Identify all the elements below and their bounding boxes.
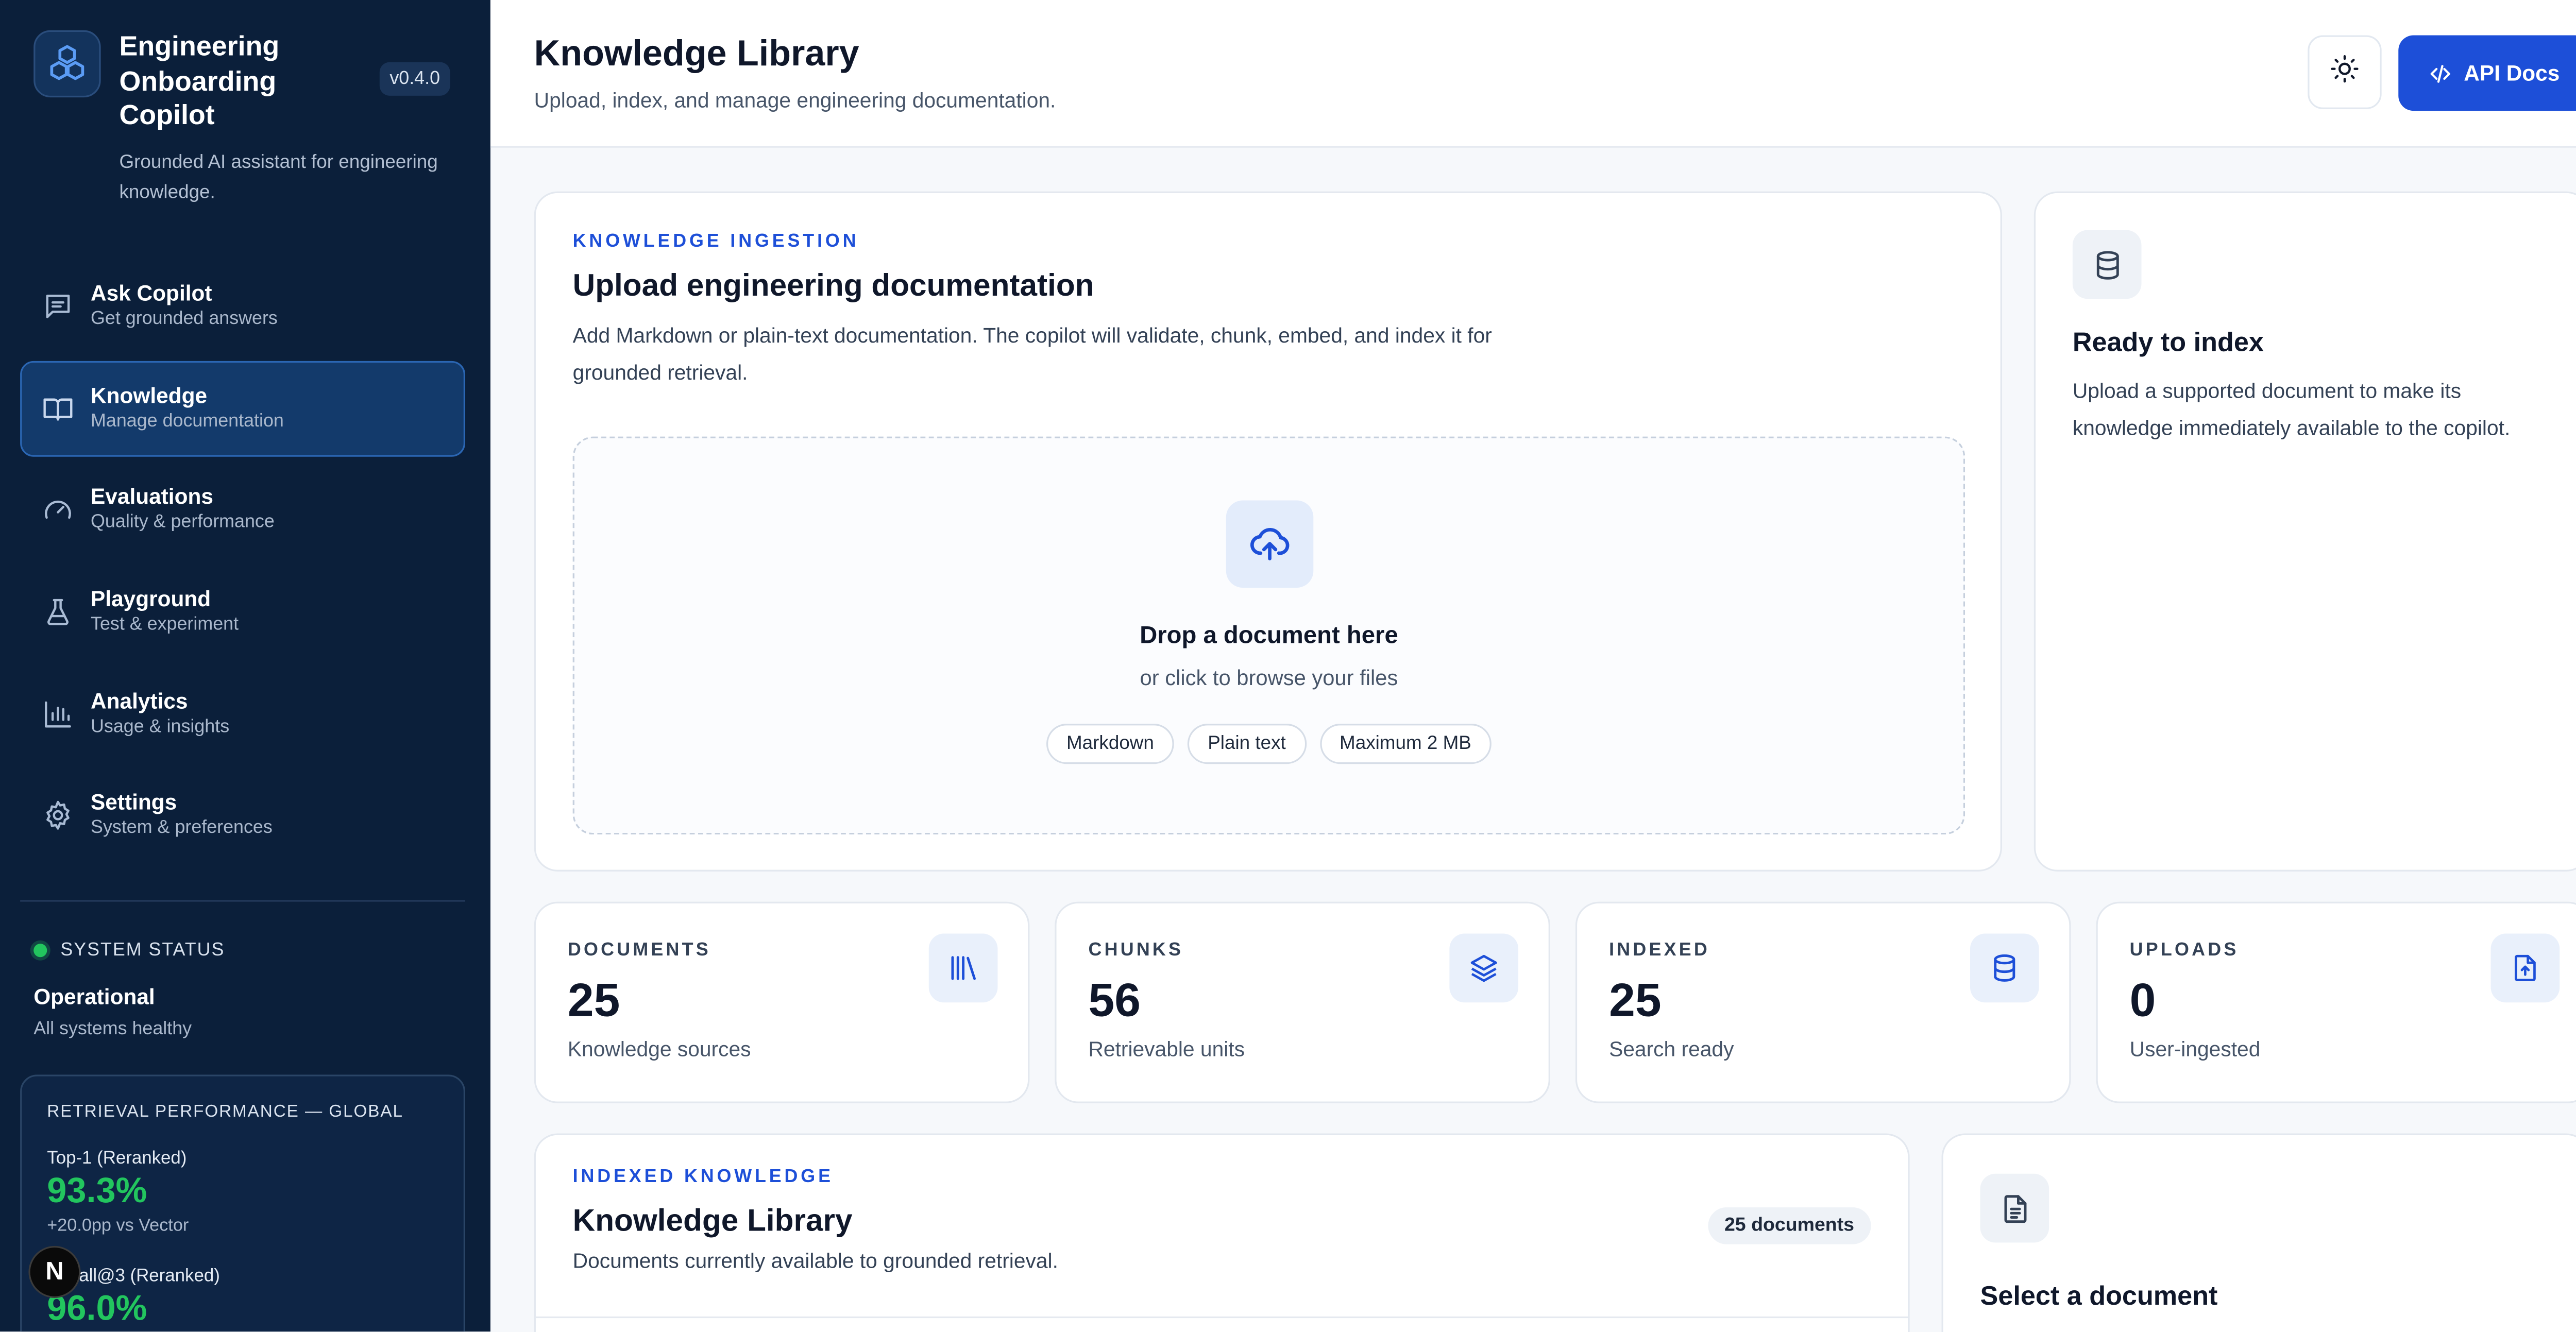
nav-label: Analytics: [91, 688, 188, 713]
gear-icon: [40, 799, 74, 833]
knowledge-library-card: INDEXED KNOWLEDGE Knowledge Library Docu…: [534, 1133, 1910, 1332]
status-value: Operational: [33, 984, 155, 1010]
sun-icon: [2330, 53, 2360, 92]
perf-metric-note: +20.0pp vs Vector: [47, 1216, 189, 1236]
cloud-upload-icon: [1225, 500, 1313, 588]
stat-sub: Knowledge sources: [567, 1037, 751, 1062]
format-chip: Markdown: [1046, 724, 1175, 764]
dev-indicator-button[interactable]: N: [28, 1245, 81, 1298]
nav-sub: Test & experiment: [91, 614, 239, 635]
document-icon: [1980, 1173, 2049, 1243]
upload-description: Add Markdown or plain-text documentation…: [572, 324, 1492, 385]
nav-sub: System & preferences: [91, 818, 273, 839]
nav-label: Playground: [91, 586, 211, 611]
library-subtitle: Documents currently available to grounde…: [572, 1249, 1058, 1273]
ready-description: Upload a supported document to make its …: [2072, 379, 2511, 440]
nav-sub: Usage & insights: [91, 716, 230, 737]
perf-title: RETRIEVAL PERFORMANCE — GLOBAL: [47, 1103, 403, 1122]
nav-item-settings[interactable]: Settings System & preferences: [20, 768, 465, 864]
format-chip: Maximum 2 MB: [1319, 724, 1492, 764]
stat-sub: Search ready: [1609, 1037, 1734, 1062]
status-detail: All systems healthy: [33, 1019, 192, 1039]
nav-item-playground[interactable]: Playground Test & experiment: [20, 565, 465, 660]
layers-icon: [1449, 933, 1519, 1003]
top-bar: Knowledge Library Upload, index, and man…: [490, 0, 2576, 148]
perf-metric-value: 96.0%: [47, 1289, 147, 1328]
stat-sub: Retrievable units: [1088, 1037, 1245, 1062]
library-icon: [928, 933, 998, 1003]
upload-card: KNOWLEDGE INGESTION Upload engineering d…: [534, 191, 2002, 872]
main-content: Knowledge Library Upload, index, and man…: [490, 0, 2576, 1332]
app-root: Engineering Onboarding Copilot v0.4.0 Gr…: [0, 0, 2576, 1332]
flask-icon: [40, 595, 74, 629]
document-count-badge: 25 documents: [1707, 1207, 1871, 1244]
library-divider: [535, 1316, 1908, 1319]
code-icon: [2430, 64, 2450, 82]
app-subtitle: Grounded AI assistant for engineering kn…: [119, 152, 438, 202]
book-icon: [40, 391, 74, 425]
ready-title: Ready to index: [2072, 329, 2264, 358]
stat-card-documents: DOCUMENTS 25 Knowledge sources: [534, 901, 1030, 1103]
theme-toggle-button[interactable]: [2308, 35, 2382, 109]
nav-item-analytics[interactable]: Analytics Usage & insights: [20, 666, 465, 762]
upload-title: Upload engineering documentation: [572, 267, 1094, 302]
nav-sub: Get grounded answers: [91, 309, 278, 329]
status-dot-icon: [33, 944, 47, 958]
drop-title: Drop a document here: [1140, 623, 1398, 650]
cubes-logo-icon[interactable]: [33, 30, 101, 98]
perf-metric-value: 93.3%: [47, 1172, 147, 1211]
database-icon: [2072, 230, 2142, 299]
gauge-icon: [40, 493, 74, 527]
stat-sub: User-ingested: [2129, 1037, 2261, 1062]
perf-metric-label: Top-1 (Reranked): [47, 1148, 187, 1169]
nav-label: Knowledge: [91, 382, 208, 408]
version-badge: v0.4.0: [379, 62, 450, 96]
format-chips: Markdown Plain text Maximum 2 MB: [574, 724, 1963, 764]
api-docs-label: API Docs: [2464, 60, 2560, 86]
app-title: Engineering Onboarding Copilot: [119, 31, 280, 131]
bar-chart-icon: [40, 697, 74, 731]
nav-label: Evaluations: [91, 484, 213, 510]
api-docs-button[interactable]: API Docs: [2398, 35, 2576, 111]
chat-icon: [40, 289, 74, 323]
nav-item-ask-copilot[interactable]: Ask Copilot Get grounded answers: [20, 259, 465, 354]
status-heading-text: SYSTEM STATUS: [60, 940, 225, 961]
library-eyebrow: INDEXED KNOWLEDGE: [572, 1167, 834, 1187]
format-chip: Plain text: [1188, 724, 1306, 764]
upload-eyebrow: KNOWLEDGE INGESTION: [572, 231, 859, 252]
library-title: Knowledge Library: [572, 1202, 853, 1238]
document-detail-card: Select a document: [1941, 1133, 2576, 1332]
drop-subtitle: or click to browse your files: [1140, 664, 1398, 690]
perf-metric-label: Recall@3 (Reranked): [47, 1266, 220, 1287]
system-status-heading: SYSTEM STATUS: [33, 941, 225, 961]
nav-sub: Quality & performance: [91, 513, 275, 533]
stat-card-indexed: INDEXED 25 Search ready: [1575, 901, 2071, 1103]
page-title: Knowledge Library: [534, 33, 859, 74]
nav-label: Settings: [91, 790, 177, 815]
page-subtitle: Upload, index, and manage engineering do…: [534, 89, 1056, 113]
nav-item-evaluations[interactable]: Evaluations Quality & performance: [20, 463, 465, 558]
nav-sub: Manage documentation: [91, 411, 284, 431]
sidebar-divider: [20, 900, 466, 902]
stat-card-uploads: UPLOADS 0 User-ingested: [2096, 901, 2576, 1103]
retrieval-performance-panel: RETRIEVAL PERFORMANCE — GLOBAL Top-1 (Re…: [20, 1074, 466, 1332]
nav-item-knowledge[interactable]: Knowledge Manage documentation: [20, 360, 466, 456]
stat-card-chunks: CHUNKS 56 Retrievable units: [1055, 901, 1550, 1103]
ready-to-index-card: Ready to index Upload a supported docume…: [2033, 191, 2576, 872]
file-dropzone[interactable]: Drop a document here or click to browse …: [572, 436, 1965, 835]
file-upload-icon: [2490, 933, 2560, 1003]
database-icon: [1970, 933, 2039, 1003]
select-document-title: Select a document: [1980, 1283, 2218, 1312]
sidebar: Engineering Onboarding Copilot v0.4.0 Gr…: [0, 0, 490, 1332]
nav-label: Ask Copilot: [91, 280, 212, 306]
sidebar-nav: Ask Copilot Get grounded answers Knowledg…: [20, 259, 466, 870]
